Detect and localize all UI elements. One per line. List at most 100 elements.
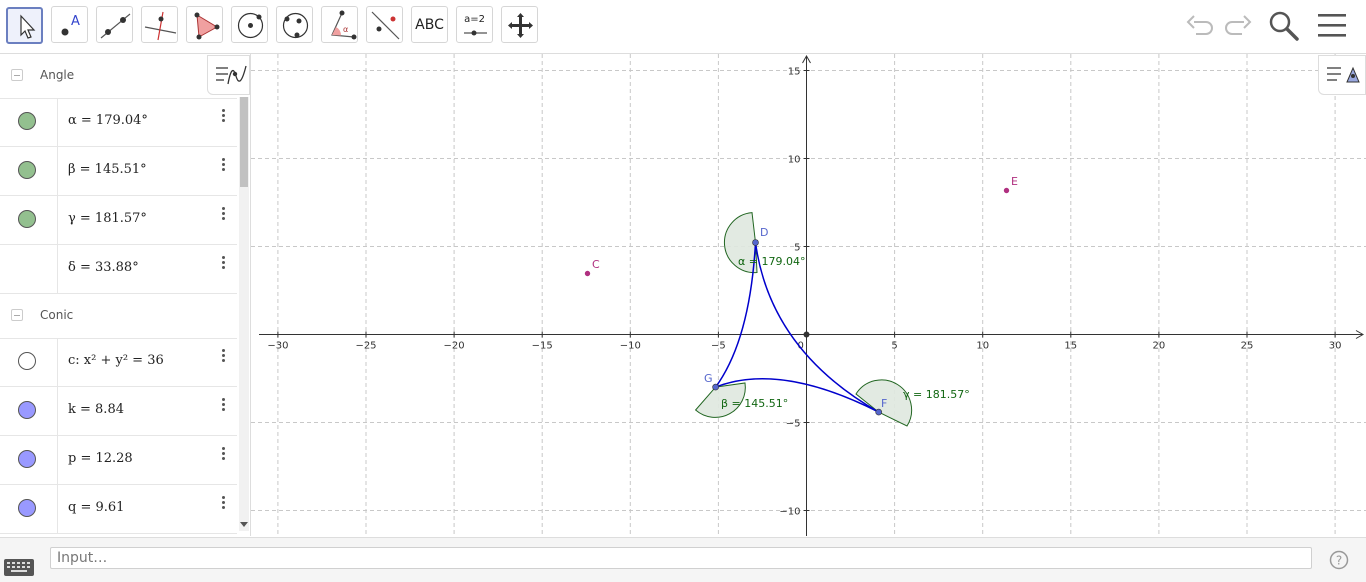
visibility-toggle[interactable] [18,112,36,130]
x-tick-label: 5 [891,341,897,352]
keyboard-icon[interactable] [4,559,34,576]
algebra-item-text[interactable]: q = 9.61 [68,500,124,515]
perpendicular-line-tool-button[interactable] [141,6,178,43]
move-arrow-icon [20,14,36,39]
more-options-icon[interactable] [218,396,228,416]
point-g[interactable] [712,383,719,391]
text-tool-label: ABC [415,16,444,33]
circle-three-points-tool-button[interactable] [276,6,313,43]
visibility-toggle[interactable] [18,401,36,419]
search-icon[interactable] [1268,10,1300,42]
point-tool-button[interactable]: A [51,6,88,43]
axes [259,54,1365,536]
point-d[interactable] [752,239,759,246]
visibility-toggle[interactable] [18,161,36,179]
visibility-toggle[interactable] [18,499,36,517]
x-tick-label: 25 [1241,341,1254,352]
algebra-row[interactable]: c: x² + y² = 36 [0,338,237,387]
algebra-row[interactable]: p = 12.28 [0,436,237,485]
collapse-icon[interactable] [11,309,23,321]
collapse-icon[interactable] [11,69,23,81]
perpendicular-line-icon [144,11,177,41]
more-options-icon[interactable] [218,445,228,465]
visibility-toggle[interactable] [0,245,58,293]
circle-tool-button[interactable] [231,6,268,43]
more-options-icon[interactable] [218,494,228,514]
angle-beta-label: β = 145.51° [721,397,788,410]
slider-tool-button[interactable]: a=2 [456,6,493,43]
algebra-row[interactable]: β = 145.51° [0,147,237,196]
graphics-style-bar-toggle[interactable] [1318,55,1366,95]
scroll-down-arrow-icon[interactable] [240,522,248,527]
algebra-item-text[interactable]: γ = 181.57° [68,211,147,226]
algebra-row[interactable]: α = 179.04° [0,98,237,147]
more-options-icon[interactable] [218,205,228,225]
graphics-view[interactable]: −30 −25 −20 −15 −10 −5 0 5 10 15 20 25 3015105−5−10 … [251,54,1366,536]
algebra-item-text[interactable]: β = 145.51° [68,162,147,177]
algebra-row[interactable]: γ = 181.57° [0,196,237,245]
x-tick-label: −20 [444,341,465,352]
visibility-toggle[interactable] [18,210,36,228]
move-cross-icon [508,13,533,38]
more-options-icon[interactable] [218,107,228,127]
y-tick-label: 5 [794,243,800,254]
algebra-view: Angle α = 179.04° β = 145.51° γ = 181.57… [0,54,251,536]
algebra-row[interactable]: δ = 33.88° [0,245,237,294]
polygon-tool-button[interactable] [186,6,223,43]
angle-tool-button[interactable]: α [321,6,358,43]
y-tick-label: 15 [788,67,801,78]
svg-text:α: α [343,25,348,34]
point-e[interactable] [1003,187,1010,194]
algebra-item-text[interactable]: p = 12.28 [68,451,133,466]
algebra-item-text[interactable]: α = 179.04° [68,113,148,128]
input-field[interactable] [50,547,1312,569]
style-bar-icon [216,65,247,85]
x-tick-label: −25 [355,341,376,352]
group-name: Conic [40,308,74,322]
move-graphics-tool-button[interactable] [501,6,538,43]
algebra-row[interactable]: q = 9.61 [0,485,237,534]
more-options-icon[interactable] [218,254,228,274]
more-options-icon[interactable] [218,156,228,176]
x-tick-label: 15 [1064,341,1077,352]
visibility-toggle[interactable] [18,352,36,370]
text-tool-button[interactable]: ABC [411,6,448,43]
redo-icon[interactable] [1222,10,1252,40]
svg-text:?: ? [1336,554,1342,568]
grid [251,54,1366,536]
point-c[interactable] [584,270,591,277]
slider-tool-label: a=2 [464,14,485,25]
more-options-icon[interactable] [218,347,228,367]
algebra-row[interactable]: k = 8.84 [0,387,237,436]
menu-icon[interactable] [1316,12,1348,40]
point-f[interactable] [875,408,883,416]
visibility-toggle[interactable] [18,450,36,468]
tick-labels: −30 −25 −20 −15 −10 −5 0 5 10 15 20 25 3015105−5−10 [267,67,1341,518]
algebra-style-bar-toggle[interactable] [207,55,250,95]
algebra-item-text[interactable]: k = 8.84 [68,402,124,417]
angle-gamma-label: γ = 181.57° [903,388,970,401]
circle-center-icon [237,12,264,39]
input-bar: ? [0,537,1366,582]
x-tick-label: −15 [532,341,553,352]
x-tick-label: 30 [1329,341,1342,352]
move-tool-button[interactable] [6,7,43,44]
x-tick-label: 20 [1153,341,1166,352]
polygon-icon [194,12,220,40]
circle-three-points-icon [282,12,309,39]
y-tick-label: −10 [779,507,800,518]
x-tick-label: −5 [711,341,726,352]
algebra-item-text[interactable]: c: x² + y² = 36 [68,353,164,368]
point-e-label: E [1011,175,1018,188]
undo-icon[interactable] [1186,10,1216,40]
angle-alpha-label: α = 179.04° [738,255,805,268]
algebra-scrollbar-thumb[interactable] [240,97,248,187]
line-tool-button[interactable] [96,6,133,43]
reflect-tool-button[interactable] [366,6,403,43]
group-header-conic[interactable]: Conic [0,294,237,339]
origin-point [803,331,810,338]
algebra-item-text[interactable]: δ = 33.88° [68,260,139,275]
x-tick-label: −10 [620,341,641,352]
group-header-angle[interactable]: Angle [0,54,237,99]
help-icon[interactable]: ? [1329,550,1349,570]
